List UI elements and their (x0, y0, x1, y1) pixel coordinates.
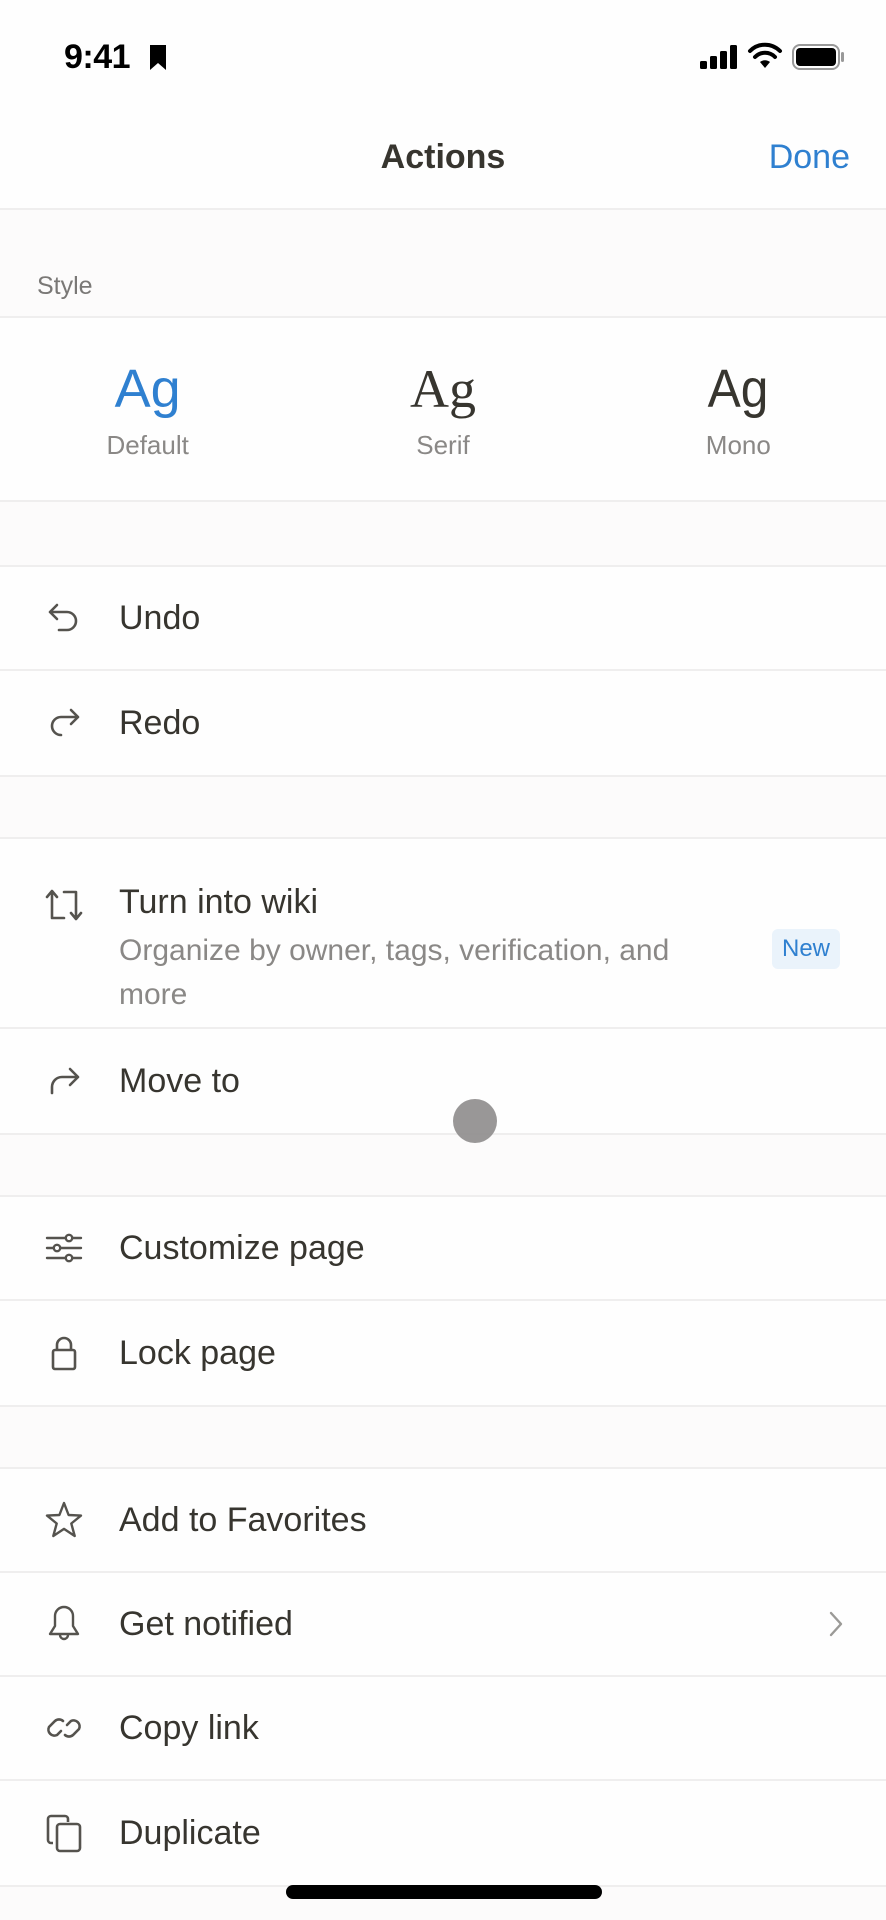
duplicate-icon (44, 1813, 84, 1853)
style-label-default: Default (106, 430, 189, 460)
style-sample-default: Ag (114, 359, 181, 419)
add-to-favorites-label: Add to Favorites (119, 1500, 367, 1539)
move-to-icon (44, 1061, 84, 1101)
nav-header: Actions Done (0, 100, 886, 210)
duplicate-label: Duplicate (119, 1813, 261, 1852)
style-option-mono[interactable]: Ag Mono (591, 318, 886, 500)
style-section-label: Style (37, 272, 93, 300)
style-label-mono: Mono (705, 430, 771, 460)
cellular-signal-icon (700, 45, 737, 69)
page-title: Actions (380, 138, 506, 176)
status-icons (700, 42, 846, 70)
undo-row[interactable]: Undo (0, 567, 886, 671)
link-icon (44, 1708, 84, 1748)
chevron-right-icon (829, 1611, 843, 1637)
wifi-icon (748, 42, 782, 68)
history-group: Undo Redo (0, 565, 886, 777)
style-label-serif: Serif (416, 430, 470, 460)
undo-label: Undo (119, 598, 201, 637)
redo-row[interactable]: Redo (0, 671, 886, 775)
undo-icon (44, 598, 84, 638)
share-group: Add to Favorites Get notified Copy link … (0, 1467, 886, 1887)
lock-page-label: Lock page (119, 1333, 276, 1372)
copy-link-row[interactable]: Copy link (0, 1677, 886, 1781)
style-sample-mono: Ag (707, 359, 769, 419)
status-bar: 9:41 (0, 0, 886, 100)
get-notified-label: Get notified (119, 1604, 293, 1643)
done-button[interactable]: Done (769, 138, 850, 177)
lock-icon (44, 1333, 84, 1373)
turn-into-wiki-label: Turn into wiki (119, 883, 319, 921)
move-to-row[interactable]: Move to (0, 1029, 886, 1133)
add-to-favorites-row[interactable]: Add to Favorites (0, 1469, 886, 1573)
touch-indicator (453, 1099, 497, 1143)
organize-group: Turn into wiki Organize by owner, tags, … (0, 837, 886, 1135)
turn-into-wiki-description: Organize by owner, tags, verification, a… (119, 934, 670, 1011)
star-icon (44, 1500, 84, 1540)
bell-icon (44, 1604, 84, 1644)
bookmark-icon (150, 45, 166, 70)
style-option-default[interactable]: Ag Default (0, 318, 295, 500)
turn-into-wiki-row[interactable]: Turn into wiki Organize by owner, tags, … (0, 839, 886, 1029)
copy-link-label: Copy link (119, 1708, 259, 1747)
home-indicator[interactable] (286, 1885, 602, 1899)
redo-label: Redo (119, 703, 201, 742)
lock-page-row[interactable]: Lock page (0, 1301, 886, 1405)
customize-page-label: Customize page (119, 1228, 365, 1267)
style-sample-serif: Ag (409, 359, 476, 419)
redo-icon (44, 703, 84, 743)
duplicate-row[interactable]: Duplicate (0, 1781, 886, 1885)
move-to-label: Move to (119, 1061, 240, 1100)
customize-page-row[interactable]: Customize page (0, 1197, 886, 1301)
page-settings-group: Customize page Lock page (0, 1195, 886, 1407)
customize-sliders-icon (44, 1228, 84, 1268)
new-badge: New (771, 929, 840, 969)
battery-icon (792, 44, 844, 70)
turn-into-wiki-icon (44, 885, 84, 925)
status-time: 9:41 (64, 38, 131, 76)
style-picker: Ag Default Ag Serif Ag Mono (0, 316, 886, 502)
get-notified-row[interactable]: Get notified (0, 1573, 886, 1677)
style-option-serif[interactable]: Ag Serif (295, 318, 590, 500)
